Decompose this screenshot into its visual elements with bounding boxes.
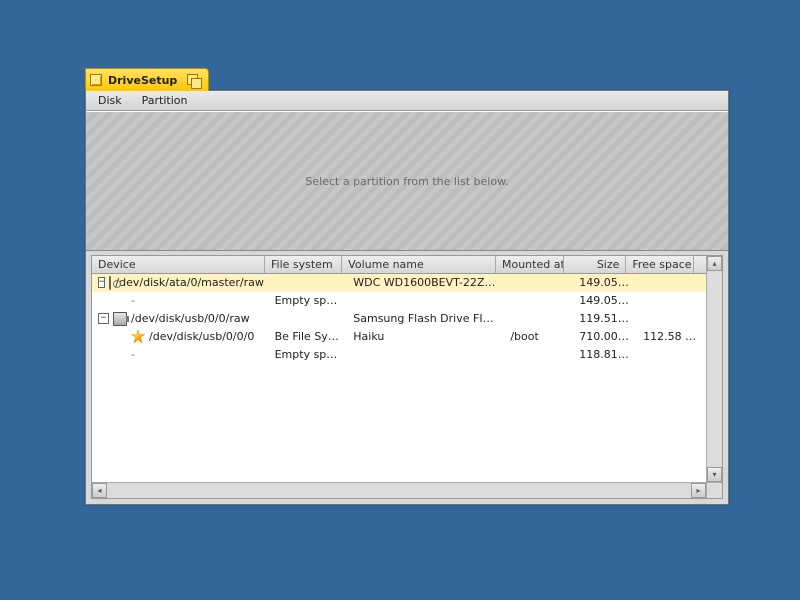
- cell-volume: WDC WD1600BEVT-22ZCT0: [347, 276, 504, 289]
- scroll-up-icon[interactable]: ▴: [707, 256, 722, 271]
- cell-mount: /boot: [504, 330, 573, 343]
- col-device[interactable]: Device: [92, 256, 265, 273]
- device-path: /dev/disk/usb/0/0/0: [149, 330, 254, 343]
- col-mount[interactable]: Mounted at: [496, 256, 564, 273]
- col-extra: [694, 256, 706, 273]
- viz-placeholder: Select a partition from the list below.: [305, 175, 508, 188]
- cell-size: 118.81 GiB: [573, 348, 637, 361]
- expander-icon[interactable]: −: [98, 313, 109, 324]
- cell-volume: Haiku: [347, 330, 504, 343]
- partition-table: Device File system Volume name Mounted a…: [91, 255, 723, 499]
- menu-partition[interactable]: Partition: [132, 92, 198, 109]
- cell-filesystem: Be File System: [269, 330, 348, 343]
- cell-volume: Samsung Flash Drive FIT 1100: [347, 312, 504, 325]
- close-icon[interactable]: [90, 74, 102, 86]
- partition-visualization: Select a partition from the list below.: [86, 111, 728, 251]
- cell-filesystem: Empty space: [269, 348, 348, 361]
- scroll-left-icon[interactable]: ◂: [92, 483, 107, 498]
- table-row[interactable]: /dev/disk/usb/0/0/0 Be File SystemHaiku/b…: [92, 328, 706, 346]
- table-row[interactable]: − /dev/disk/usb/0/0/raw Samsung Flash Driv…: [92, 310, 706, 328]
- device-path: /dev/disk/ata/0/master/raw: [115, 276, 263, 289]
- vertical-scrollbar[interactable]: ▴ ▾: [706, 256, 722, 482]
- col-volume[interactable]: Volume name: [342, 256, 496, 273]
- window-title: DriveSetup: [108, 74, 177, 87]
- scrollbar-corner: [706, 482, 722, 498]
- col-filesystem[interactable]: File system: [265, 256, 342, 273]
- harddisk-icon: [109, 276, 111, 290]
- table-row[interactable]: - Empty space 149.05 GiB: [92, 292, 706, 310]
- device-path: /dev/disk/usb/0/0/raw: [131, 312, 250, 325]
- cell-size: 149.05 GiB: [573, 294, 637, 307]
- col-size[interactable]: Size: [564, 256, 627, 273]
- cell-device: -: [92, 348, 269, 361]
- device-path: -: [131, 294, 135, 307]
- cell-device: -: [92, 294, 269, 307]
- cell-device: −/dev/disk/ata/0/master/raw: [92, 276, 269, 290]
- table-body: −/dev/disk/ata/0/master/rawWDC WD1600BEV…: [92, 274, 706, 364]
- scroll-down-icon[interactable]: ▾: [707, 467, 722, 482]
- cell-filesystem: Empty space: [269, 294, 348, 307]
- scroll-right-icon[interactable]: ▸: [691, 483, 706, 498]
- table-row[interactable]: −/dev/disk/ata/0/master/raw WDC WD1600BEV…: [92, 274, 706, 292]
- cell-size: 710.00 MiB: [573, 330, 637, 343]
- app-window: DriveSetup Disk Partition Select a parti…: [85, 90, 729, 505]
- cell-device: − /dev/disk/usb/0/0/raw: [92, 312, 269, 326]
- cell-size: 119.51 GiB: [573, 312, 637, 325]
- col-free[interactable]: Free space: [626, 256, 694, 273]
- table-header: Device File system Volume name Mounted a…: [92, 256, 706, 274]
- table-scroll: Device File system Volume name Mounted a…: [92, 256, 706, 482]
- cell-device: /dev/disk/usb/0/0/0: [92, 330, 269, 344]
- table-row[interactable]: - Empty space 118.81 GiB: [92, 346, 706, 364]
- expander-icon[interactable]: −: [98, 277, 105, 288]
- titlebar[interactable]: DriveSetup: [85, 68, 209, 91]
- volume-icon: [131, 330, 145, 344]
- cell-size: 149.05 GiB: [573, 276, 637, 289]
- menu-disk[interactable]: Disk: [88, 92, 132, 109]
- zoom-icon[interactable]: [187, 74, 200, 87]
- device-path: -: [131, 348, 135, 361]
- horizontal-scrollbar[interactable]: ◂ ▸: [92, 482, 706, 498]
- menubar: Disk Partition: [86, 91, 728, 111]
- usb-drive-icon: [113, 312, 127, 326]
- cell-free: 112.58 MiB: [637, 330, 706, 343]
